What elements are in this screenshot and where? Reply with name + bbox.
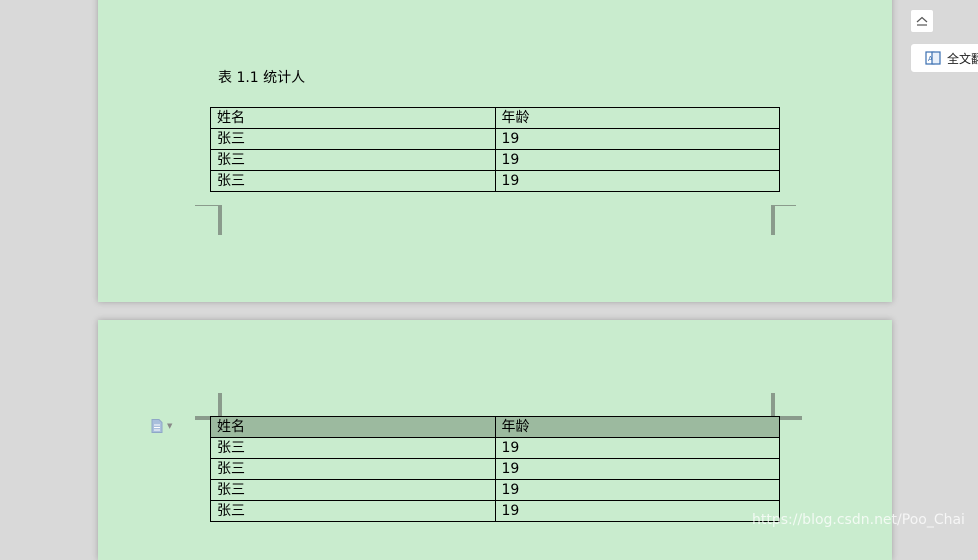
cell-name[interactable]: 张三 [210,149,496,171]
cell-age[interactable]: 19 [494,149,780,171]
header-cell-age[interactable]: 年龄 [494,416,780,438]
table-row[interactable]: 张三 19 [210,128,780,150]
document-icon [151,419,163,433]
cell-age[interactable]: 19 [494,128,780,150]
dropdown-caret-icon: ▼ [167,422,173,430]
watermark-text: https://blog.csdn.net/Poo_Chai [752,512,965,528]
cell-name[interactable]: 张三 [210,437,496,459]
margin-corner-mark [771,205,775,235]
svg-text:A: A [928,56,933,63]
header-cell-name[interactable]: 姓名 [210,107,496,129]
margin-corner-mark [195,205,219,230]
header-cell-age[interactable]: 年龄 [494,107,780,129]
table-header-row[interactable]: 姓名 年龄 [210,416,780,438]
data-table-1[interactable]: 姓名 年龄 张三 19 张三 19 张三 19 [210,107,780,192]
cell-name[interactable]: 张三 [210,500,496,522]
table-caption: 表 1.1 统计人 [218,70,306,86]
cell-name[interactable]: 张三 [210,170,496,192]
collapse-panel-button[interactable] [910,9,934,33]
table-row[interactable]: 张三 19 [210,458,780,480]
margin-corner-mark [218,205,222,235]
cell-age[interactable]: 19 [494,458,780,480]
margin-corner-mark [772,205,796,230]
cell-name[interactable]: 张三 [210,479,496,501]
table-row[interactable]: 张三 19 [210,170,780,192]
cell-age[interactable]: 19 [494,479,780,501]
data-table-2[interactable]: 姓名 年龄 张三 19 张三 19 张三 19 张三 19 [210,416,780,522]
header-cell-name[interactable]: 姓名 [210,416,496,438]
cell-name[interactable]: 张三 [210,128,496,150]
table-options-handle[interactable]: ▼ [151,419,181,433]
table-header-row[interactable]: 姓名 年龄 [210,107,780,129]
cell-name[interactable]: 张三 [210,458,496,480]
cell-age[interactable]: 19 [494,500,780,522]
full-text-translate-button[interactable]: A 全文翻译 [910,43,978,73]
cell-age[interactable]: 19 [494,437,780,459]
translate-icon: A [925,51,941,65]
table-row[interactable]: 张三 19 [210,500,780,522]
collapse-up-icon [916,16,928,26]
table-row[interactable]: 张三 19 [210,149,780,171]
cell-age[interactable]: 19 [494,170,780,192]
table-row[interactable]: 张三 19 [210,479,780,501]
table-row[interactable]: 张三 19 [210,437,780,459]
full-text-translate-label: 全文翻译 [947,51,978,66]
